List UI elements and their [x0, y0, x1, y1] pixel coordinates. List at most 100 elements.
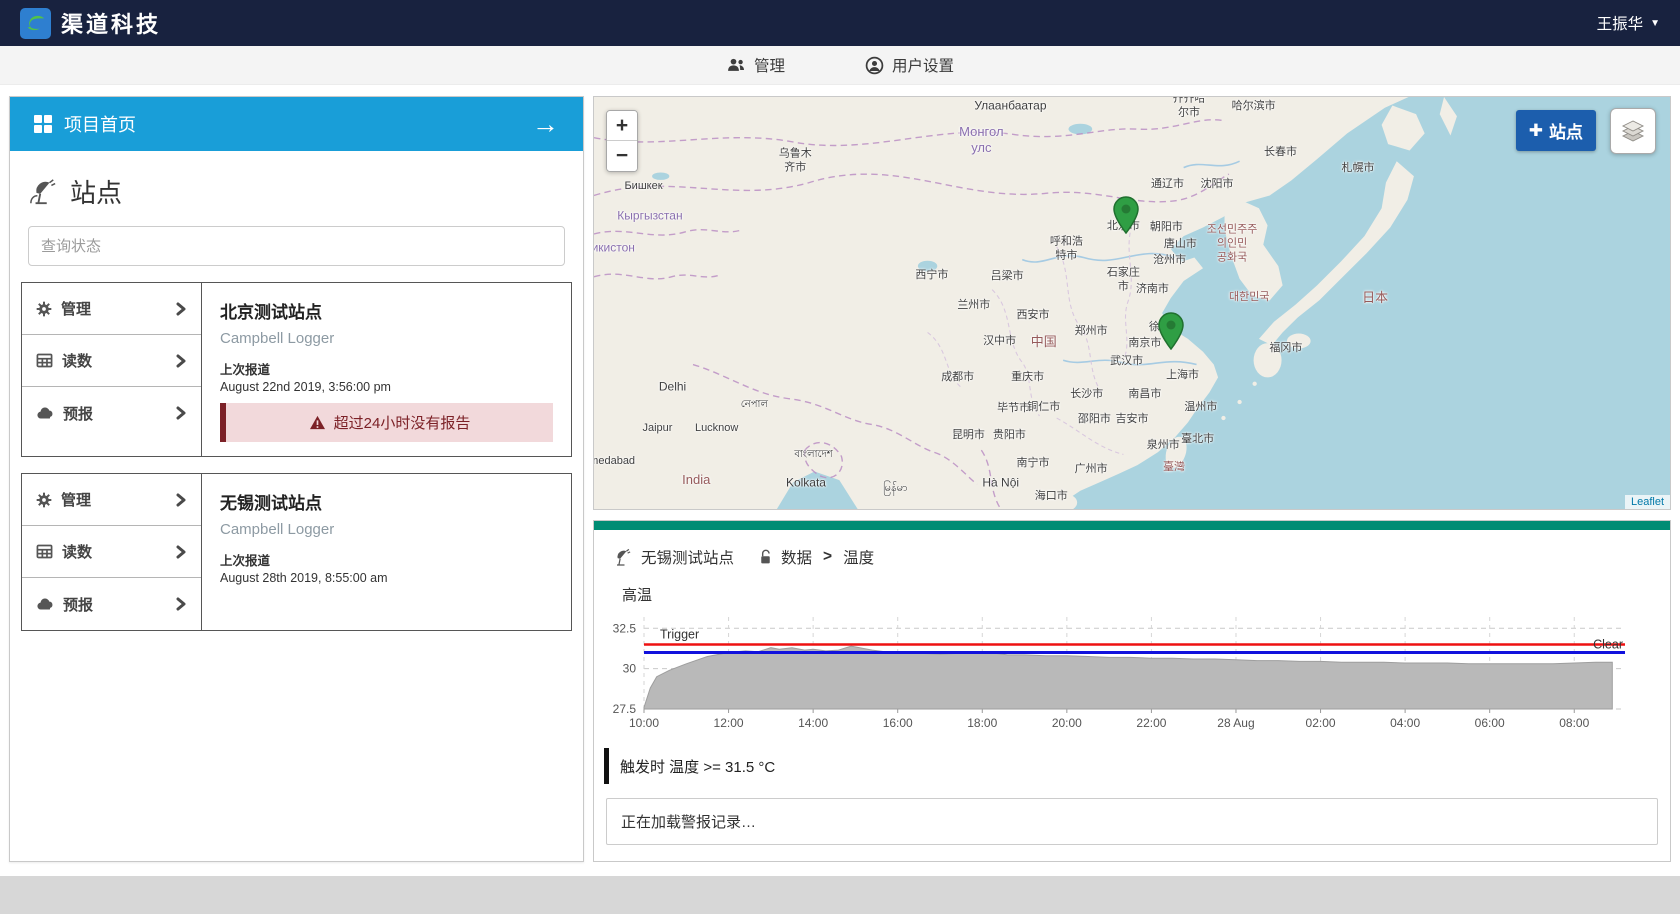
main-content: 项目首页 → 站点 管理 [0, 85, 1680, 876]
map-place-label: 长沙市 [1070, 388, 1103, 402]
last-report-date: August 28th 2019, 8:55:00 am [220, 571, 553, 585]
user-name: 王振华 [1597, 12, 1644, 34]
map-place-label: 昆明市 [952, 429, 985, 443]
user-menu[interactable]: 王振华 ▼ [1597, 12, 1660, 34]
users-icon [726, 57, 746, 73]
chart-breadcrumb: 无锡测试站点 数据 > 温度 [594, 530, 1670, 576]
station-menu-forecast[interactable]: 预报 [22, 387, 201, 439]
stations-list: 管理 读数 预报 北京测试站点 Campbell Logger 上次报道 Aug… [10, 282, 583, 631]
nav-item-admin[interactable]: 管理 [726, 54, 785, 76]
map-labels-layer: УлаанбаатарМонгол улс乌鲁木 齐市БишкекКыргызс… [594, 97, 1670, 509]
station-menu-label: 读数 [62, 350, 92, 371]
map-place-label: Kolkata [786, 476, 826, 491]
svg-text:12:00: 12:00 [714, 716, 744, 730]
map-place-label: Кыргызстан [617, 209, 682, 224]
project-title: 项目首页 [64, 111, 136, 137]
cloud-icon [36, 597, 54, 611]
map-place-label: India [682, 472, 710, 488]
svg-text:Clear: Clear [1593, 637, 1623, 651]
svg-text:14:00: 14:00 [798, 716, 828, 730]
station-card: 管理 读数 预报 无锡测试站点 Campbell Logger 上次报道 Aug… [21, 473, 572, 631]
chevron-right-icon [175, 302, 187, 316]
station-alert: 超过24小时没有报告 [220, 403, 553, 442]
caret-down-icon: ▼ [1650, 18, 1660, 29]
station-menu-manage[interactable]: 管理 [22, 474, 201, 526]
topbar: 渠道科技 王振华 ▼ [0, 0, 1680, 46]
zoom-in-button[interactable]: + [607, 111, 637, 141]
map-place-label: Бишкек [624, 180, 662, 194]
warning-icon [309, 415, 326, 430]
alarm-chart-panel: 无锡测试站点 数据 > 温度 高温 27.53032.510:0012:0014… [593, 520, 1671, 862]
map-place-label: 唐山市 [1164, 238, 1197, 252]
station-menu-manage[interactable]: 管理 [22, 283, 201, 335]
map-place-label: 朝阳市 [1150, 221, 1183, 235]
map-place-label: 吉安市 [1116, 413, 1149, 427]
map-place-label: 中国 [1031, 334, 1057, 350]
map-attribution: Leaflet [1625, 495, 1670, 509]
chevron-right-icon [175, 597, 187, 611]
table-icon [36, 353, 53, 368]
station-card-menu: 管理 读数 预报 [22, 283, 202, 456]
map-place-label: 沧州市 [1153, 254, 1186, 268]
station-marker[interactable] [1113, 196, 1139, 239]
zoom-out-button[interactable]: − [607, 141, 637, 171]
chevron-right-icon [175, 493, 187, 507]
breadcrumb-data[interactable]: 数据 [781, 546, 812, 568]
nav-item-user-settings[interactable]: 用户设置 [865, 54, 954, 76]
map-place-label: 臺灣 [1163, 461, 1185, 475]
station-menu-readings[interactable]: 读数 [22, 526, 201, 578]
layers-button[interactable] [1610, 108, 1656, 154]
station-marker[interactable] [1158, 312, 1184, 355]
map[interactable]: УлаанбаатарМонгол улс乌鲁木 齐市БишкекКыргызс… [593, 96, 1671, 510]
breadcrumb-station[interactable]: 无锡测试站点 [641, 546, 734, 568]
breadcrumb-separator: > [823, 548, 832, 566]
map-place-label: 南宁市 [1017, 457, 1050, 471]
map-place-label: বাংলাদেশ [794, 449, 832, 462]
map-place-label: 沈阳市 [1201, 178, 1234, 192]
station-menu-readings[interactable]: 读数 [22, 335, 201, 387]
breadcrumb-metric[interactable]: 温度 [843, 546, 874, 568]
add-station-button[interactable]: ✚ 站点 [1516, 110, 1596, 151]
map-zoom-control: + − [606, 110, 638, 172]
brand-name: 渠道科技 [61, 7, 161, 39]
secondary-nav: 管理 用户设置 [0, 46, 1680, 85]
map-place-label: Lucknow [695, 422, 738, 436]
station-name: 北京测试站点 [220, 298, 553, 323]
brand[interactable]: 渠道科技 [20, 7, 161, 39]
map-place-label: Улаанбаатар [974, 98, 1046, 113]
map-place-label: 成都市 [941, 371, 974, 385]
station-name: 无锡测试站点 [220, 489, 553, 514]
map-place-label: 毕节市 [997, 402, 1030, 416]
map-place-label: Монгол улс [959, 124, 1003, 157]
arrow-right-icon[interactable]: → [532, 111, 559, 138]
project-home-header[interactable]: 项目首页 → [10, 97, 583, 151]
leaflet-link[interactable]: Leaflet [1631, 496, 1664, 508]
map-place-label: 南昌市 [1128, 388, 1161, 402]
map-place-label: Hà Nội [982, 476, 1019, 491]
station-card-body: 北京测试站点 Campbell Logger 上次报道 August 22nd … [202, 283, 571, 456]
svg-text:16:00: 16:00 [883, 716, 913, 730]
svg-text:Trigger: Trigger [660, 627, 699, 641]
map-place-label: 郑州市 [1075, 325, 1108, 339]
svg-text:04:00: 04:00 [1390, 716, 1420, 730]
map-place-label: မြန်မာ [883, 482, 908, 496]
map-place-label: 南京市 [1128, 337, 1161, 351]
map-place-label: 대한민국 [1229, 292, 1269, 306]
station-menu-label: 预报 [63, 594, 93, 615]
map-place-label: очикистон [593, 241, 635, 256]
cloud-icon [36, 406, 54, 420]
map-place-label: 济南市 [1136, 283, 1169, 297]
map-place-label: 邵阳市 [1078, 413, 1111, 427]
gear-icon [36, 492, 52, 508]
page: 渠道科技 王振华 ▼ 管理 用户设置 项目首页 → [0, 0, 1680, 876]
search-input[interactable] [28, 226, 565, 266]
chart-area[interactable]: 27.53032.510:0012:0014:0016:0018:0020:00… [594, 607, 1670, 740]
svg-text:08:00: 08:00 [1559, 716, 1589, 730]
station-menu-forecast[interactable]: 预报 [22, 578, 201, 630]
add-station-label: 站点 [1549, 118, 1583, 143]
map-place-label: 呼和浩 特市 [1050, 236, 1083, 264]
station-menu-label: 读数 [62, 541, 92, 562]
last-report-date: August 22nd 2019, 3:56:00 pm [220, 380, 553, 394]
map-place-label: 铜仁市 [1027, 401, 1060, 415]
station-card-menu: 管理 读数 预报 [22, 474, 202, 630]
